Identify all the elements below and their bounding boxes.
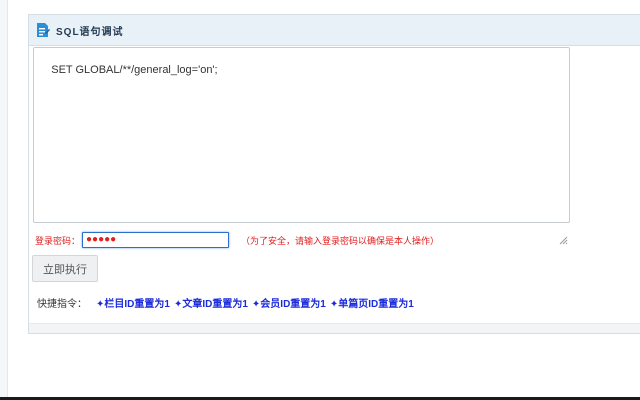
execute-button-label: 立即执行 (43, 263, 87, 276)
shortcuts-label: 快捷指令： (37, 299, 87, 310)
execute-button[interactable]: 立即执行 (32, 255, 98, 282)
resize-grip-icon[interactable] (558, 211, 568, 245)
shortcut-reset-page-id[interactable]: ✦单篇页ID重置为1 (330, 295, 414, 310)
sql-debug-panel: SQL语句调试 SET GLOBAL/**/general_log='on'; … (28, 14, 640, 334)
sql-text: SET GLOBAL/**/general_log='on'; (51, 64, 218, 76)
shortcut-reset-category-id[interactable]: ✦栏目ID重置为1 (96, 295, 170, 310)
password-hint: （为了安全，请输入登录密码以确保是本人操作） (241, 235, 440, 246)
password-row: 登录密码： ●●●●● （为了安全，请输入登录密码以确保是本人操作） (35, 231, 439, 249)
panel-title: SQL语句调试 (56, 26, 124, 38)
edit-document-icon (36, 22, 50, 38)
password-input[interactable]: ●●●●● (82, 232, 230, 248)
shortcut-reset-member-id[interactable]: ✦会员ID重置为1 (252, 295, 326, 310)
sql-textarea[interactable]: SET GLOBAL/**/general_log='on'; (33, 47, 570, 245)
left-gutter (0, 0, 8, 400)
password-value: ●●●●● (86, 234, 117, 245)
panel-header: SQL语句调试 (29, 15, 640, 46)
shortcut-reset-article-id[interactable]: ✦文章ID重置为1 (174, 295, 248, 310)
shortcuts-bar: 快捷指令： ✦栏目ID重置为1 ✦文章ID重置为1 ✦会员ID重置为1 ✦单篇页… (37, 295, 418, 310)
panel-footer (29, 323, 640, 333)
password-label: 登录密码： (35, 235, 81, 246)
